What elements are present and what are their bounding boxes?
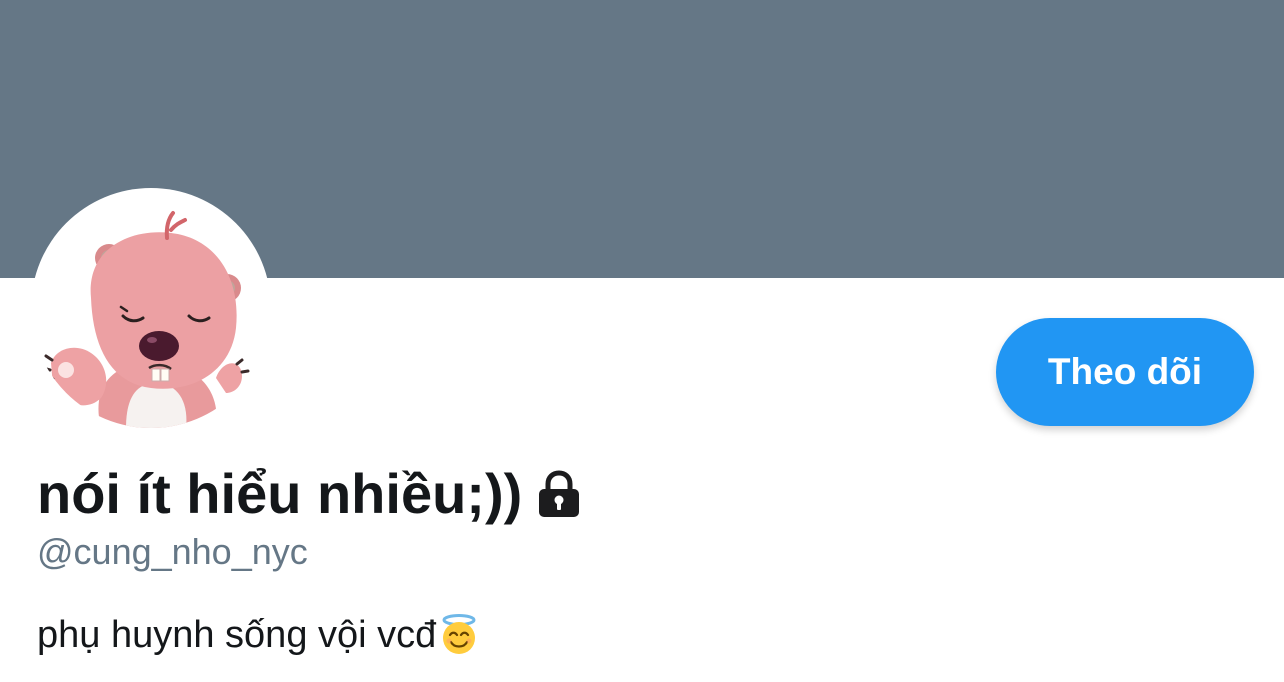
bio: phụ huynh sống vội vcđ	[37, 610, 480, 660]
beaver-avatar-image	[41, 211, 250, 428]
profile-page: Theo dõi nói ít hiểu nhiều;)) @cung_nho_…	[0, 0, 1284, 682]
lock-icon	[536, 469, 582, 519]
handle: @cung_nho_nyc	[37, 531, 308, 572]
bio-text: phụ huynh sống vội vcđ	[37, 614, 437, 656]
follow-button[interactable]: Theo dõi	[996, 318, 1254, 426]
avatar[interactable]	[31, 188, 271, 428]
display-name-row: nói ít hiểu nhiều;))	[37, 460, 582, 528]
display-name: nói ít hiểu nhiều;))	[37, 462, 523, 525]
smiling-face-with-halo-icon	[438, 614, 480, 656]
